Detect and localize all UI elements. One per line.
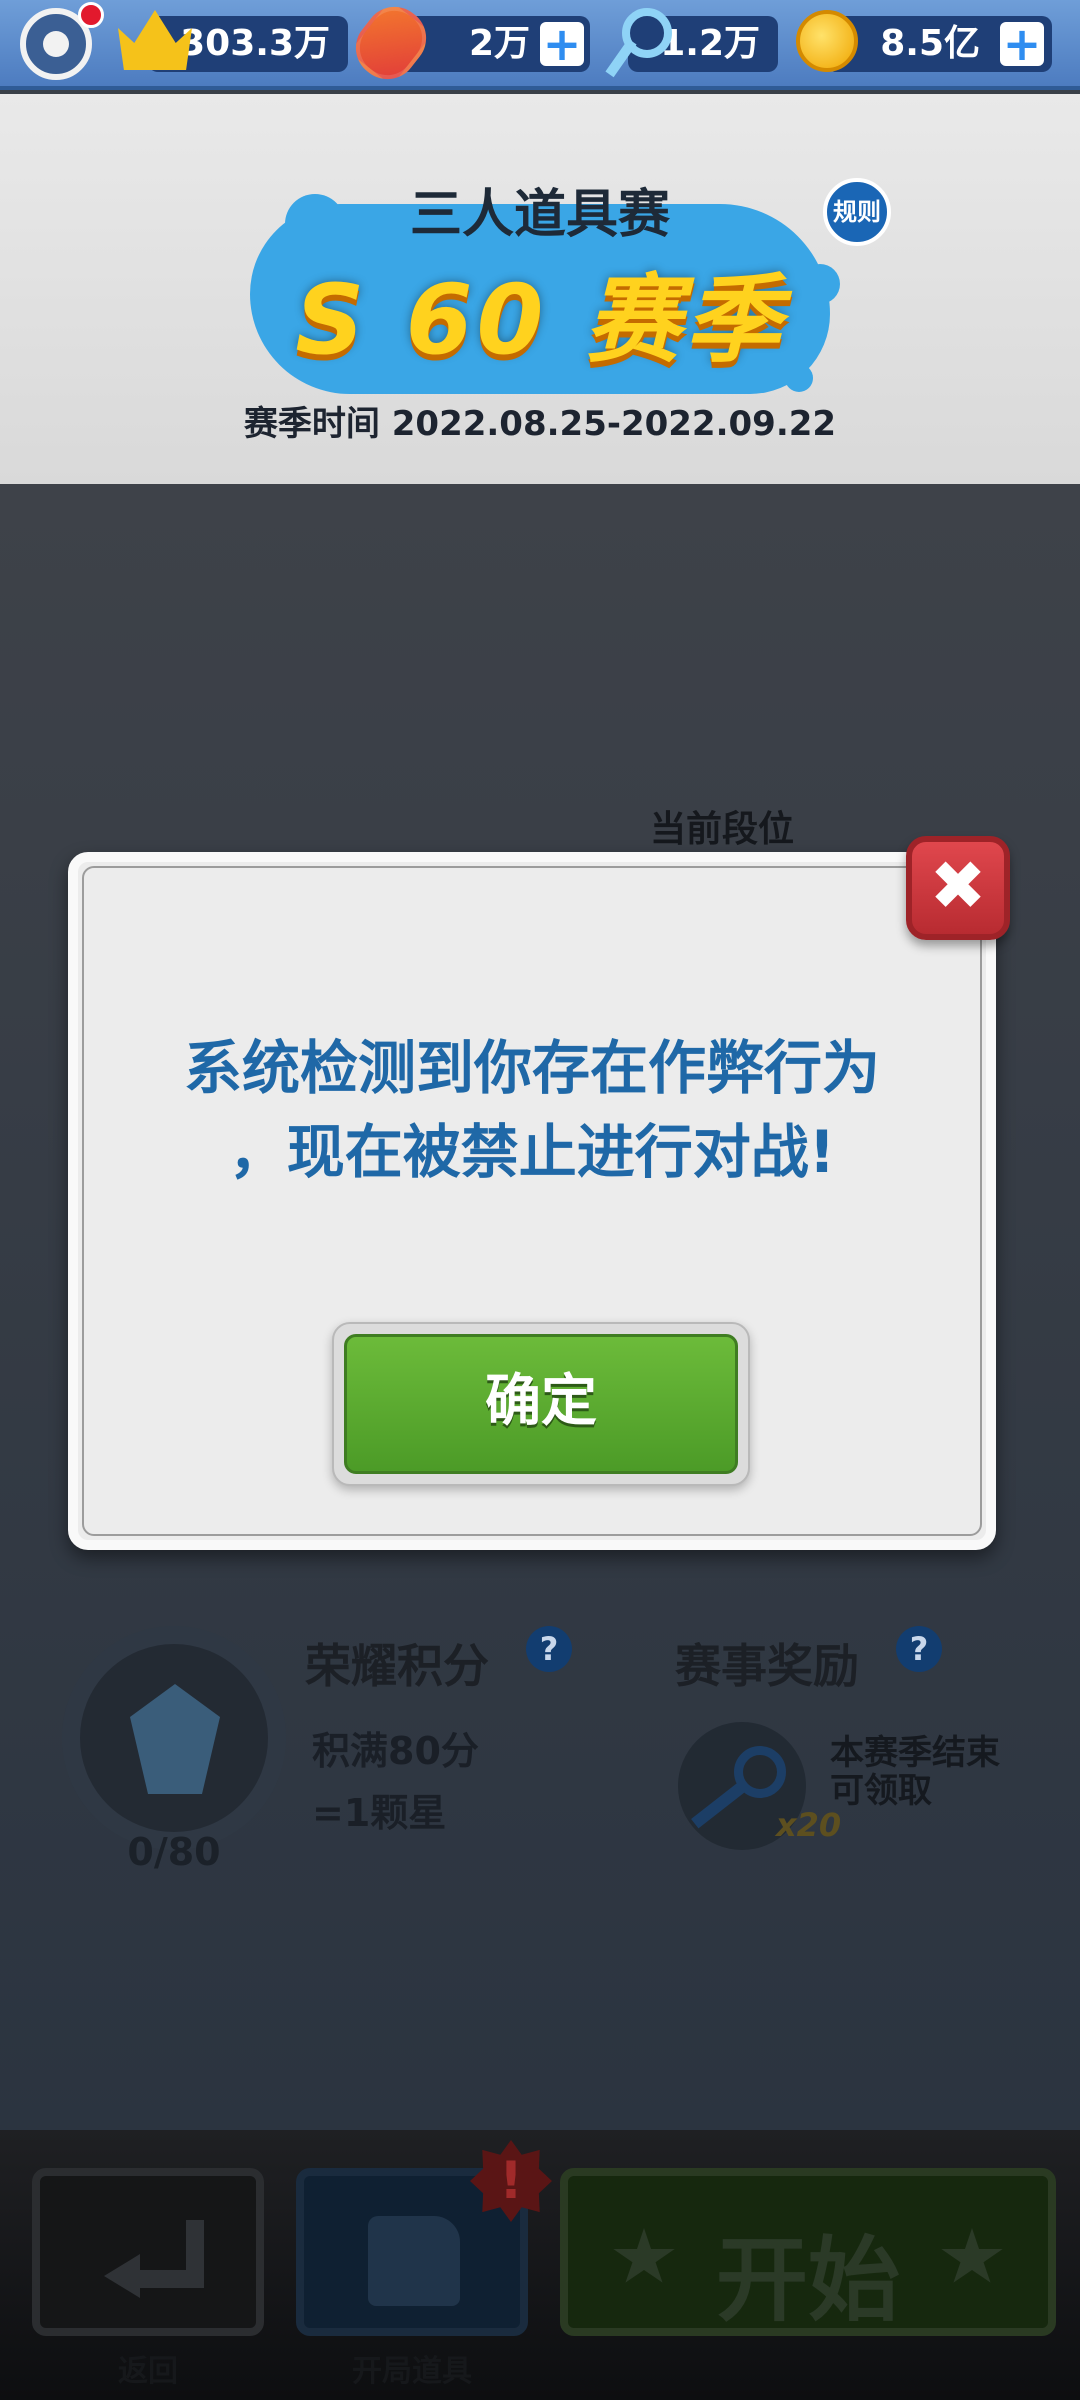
props-button-label: 开局道具 xyxy=(352,2354,472,2389)
rules-button[interactable]: 规则 xyxy=(823,178,891,246)
close-icon: ✖ xyxy=(929,847,987,926)
rewards-help-icon[interactable]: ? xyxy=(896,1626,942,1672)
event-rewards-title: 赛事奖励 xyxy=(675,1639,859,1693)
close-dialog-button[interactable]: ✖ xyxy=(906,836,1010,940)
season-header: 三人道具赛 S 60 赛季 赛季时间 2022.08.25-2022.09.22… xyxy=(0,94,1080,484)
confirm-button-label: 确定 xyxy=(344,1334,738,1474)
coin-icon xyxy=(796,10,858,72)
notification-dot xyxy=(78,2,104,28)
key-icon xyxy=(698,1742,786,1830)
season-time: 赛季时间 2022.08.25-2022.09.22 xyxy=(243,404,837,444)
dialog-message: 系统检测到你存在作弊行为 ，现在被禁止进行对战! xyxy=(138,1026,926,1194)
key-icon xyxy=(600,8,672,78)
crown-value: 303.3万 xyxy=(180,23,330,64)
back-button[interactable] xyxy=(32,2168,264,2336)
hoverboard-icon xyxy=(343,0,439,92)
glory-description: 积满80分 =1颗星 xyxy=(312,1720,479,1844)
board-value: 2万 xyxy=(468,23,530,64)
add-board-button[interactable]: + xyxy=(540,21,584,67)
return-arrow-icon xyxy=(104,2220,204,2298)
glory-score: 0/80 xyxy=(127,1830,221,1874)
dialog-message-line2: ，现在被禁止进行对战! xyxy=(228,1118,836,1186)
cheat-warning-dialog: 系统检测到你存在作弊行为 ，现在被禁止进行对战! 确定 xyxy=(68,852,996,1550)
glory-desc-line1: 积满80分 xyxy=(312,1729,479,1773)
glory-points-title: 荣耀积分 xyxy=(305,1639,489,1693)
coin-value: 8.5亿 xyxy=(880,23,980,64)
top-resource-bar: 303.3万 2万 + 1.2万 8.5亿 + xyxy=(0,0,1080,92)
add-coin-button[interactable]: + xyxy=(1000,21,1044,67)
current-rank-title: 当前段位 xyxy=(650,809,795,850)
start-button[interactable]: 开始 xyxy=(560,2168,1056,2336)
rank-badge xyxy=(62,1626,286,1850)
key-value: 1.2万 xyxy=(660,23,760,64)
reward-quantity: x20 xyxy=(776,1806,842,1844)
reward-desc-line1: 本赛季结束 xyxy=(830,1733,1000,1773)
event-title: 三人道具赛 xyxy=(409,185,670,245)
confirm-button[interactable]: 确定 xyxy=(332,1322,750,1486)
thumbs-up-icon xyxy=(368,2216,460,2306)
reward-desc-line2: 可领取 xyxy=(830,1771,932,1811)
crown-emblem-icon xyxy=(130,1684,220,1794)
glory-help-icon[interactable]: ? xyxy=(526,1626,572,1672)
dialog-message-line1: 系统检测到你存在作弊行为 xyxy=(183,1034,880,1102)
season-label: S 60 赛季 xyxy=(295,264,785,376)
reward-description: 本赛季结束 可领取 xyxy=(830,1734,1000,1810)
glory-desc-line2: =1颗星 xyxy=(312,1791,447,1835)
back-button-label: 返回 xyxy=(118,2354,178,2389)
